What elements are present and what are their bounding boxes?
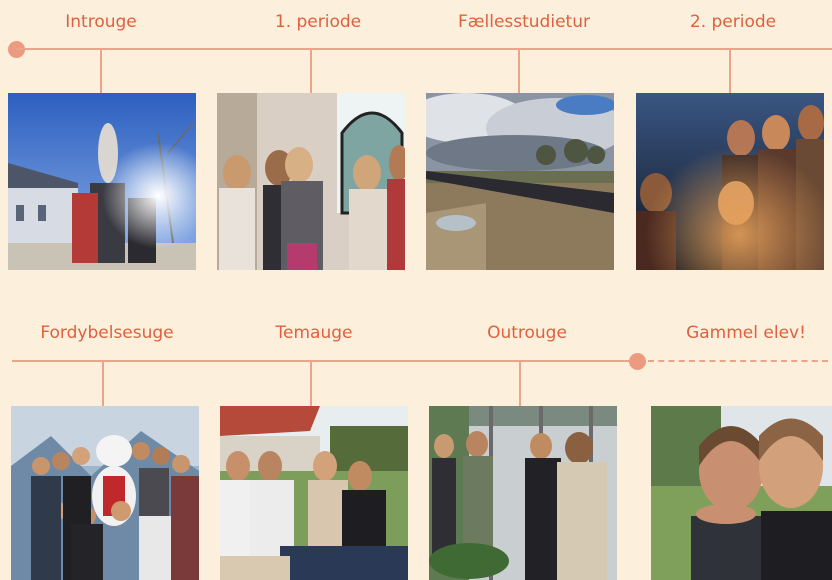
deep-dive-week-photo-icon: [11, 406, 199, 580]
label-faellesstudietur: Fællesstudietur: [458, 12, 590, 32]
label-outrouge: Outrouge: [487, 323, 567, 343]
connector-2-periode: [729, 49, 731, 93]
study-trip-photo-icon: [426, 93, 614, 270]
intro-week-photo-icon: [8, 93, 196, 270]
label-temauge: Temauge: [275, 323, 353, 343]
connector-outrouge: [519, 361, 521, 406]
timeline-future-dashed-line: [648, 360, 828, 362]
theme-week-photo-icon: [220, 406, 408, 580]
first-period-photo-icon: [217, 93, 405, 270]
outro-week-photo-icon: [429, 406, 617, 580]
connector-introuge: [100, 49, 102, 93]
label-introuge: Introuge: [65, 12, 137, 32]
label-1-periode: 1. periode: [274, 12, 362, 32]
alumni-photo-icon: [651, 406, 832, 580]
timeline-line-row2: [12, 360, 638, 362]
second-period-photo-icon: [636, 93, 824, 270]
connector-temauge: [310, 361, 312, 406]
label-gammel-elev: Gammel elev!: [686, 323, 806, 343]
label-2-periode: 2. periode: [689, 12, 777, 32]
connector-1-periode: [310, 49, 312, 93]
connector-fordybelsesuge: [102, 361, 104, 406]
timeline-line-row1: [16, 48, 832, 50]
timeline-current-dot: [629, 353, 646, 370]
connector-faellesstudietur: [518, 49, 520, 93]
label-fordybelsesuge: Fordybelsesuge: [40, 323, 174, 343]
